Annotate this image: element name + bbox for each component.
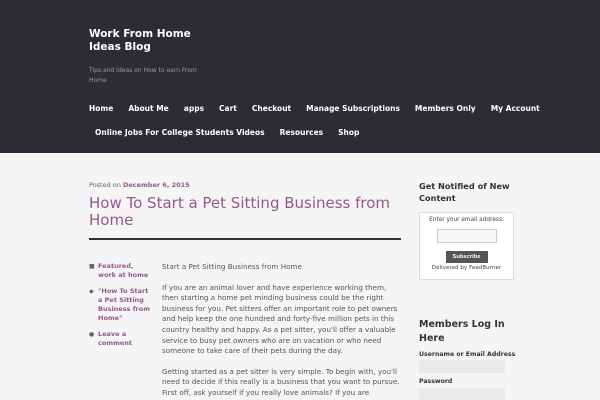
site-description: Tips and Ideas on How to earn From Home [89, 67, 197, 84]
post-title[interactable]: How To Start a Pet Sitting Business from… [89, 195, 401, 229]
meta-tags: ◆ "How To Start a Pet Sitting Business f… [89, 287, 151, 323]
post-date-link[interactable]: December 6, 2015 [123, 181, 190, 189]
nav-item-apps[interactable]: apps [184, 104, 204, 113]
subscribe-button[interactable]: Subscribe [445, 251, 488, 263]
notify-widget-title: Get Notified of New Content [419, 181, 510, 203]
nav-item-members-only[interactable]: Members Only [415, 104, 476, 113]
password-label: Password [419, 378, 453, 385]
nav-item-checkout[interactable]: Checkout [252, 104, 291, 113]
tag-link[interactable]: "How To Start a Pet Sitting Business fro… [98, 287, 151, 323]
password-input[interactable] [419, 388, 505, 400]
nav-item-about-me[interactable]: About Me [128, 104, 168, 113]
nav-item-cart[interactable]: Cart [219, 104, 237, 113]
nav-item-resources[interactable]: Resources [280, 128, 324, 137]
nav-item-home[interactable]: Home [89, 104, 113, 113]
nav-item-online-jobs-videos[interactable]: Online Jobs For College Students Videos [95, 128, 265, 137]
site-header: Work From Home Ideas Blog Tips and Ideas… [0, 0, 600, 153]
feedburner-form: Enter your email address: Subscribe Deli… [419, 212, 514, 280]
tag-icon: ◆ [89, 288, 94, 295]
post-content: Start a Pet Sitting Business from Home I… [162, 262, 402, 400]
nav-item-manage-subscriptions[interactable]: Manage Subscriptions [306, 104, 400, 113]
post-date-line: Posted on December 6, 2015 [89, 181, 401, 189]
username-input[interactable] [419, 360, 505, 373]
email-label: Enter your email address: [429, 217, 504, 223]
title-divider [89, 238, 401, 240]
post-paragraph: Start a Pet Sitting Business from Home [162, 262, 302, 271]
site-title[interactable]: Work From Home Ideas Blog [89, 28, 199, 53]
subscribe-email-input[interactable] [436, 229, 497, 243]
leave-comment-link[interactable]: Leave a comment [98, 330, 151, 348]
nav-item-shop[interactable]: Shop [338, 128, 359, 137]
primary-nav: Home About Me apps Cart Checkout Manage … [89, 99, 540, 147]
post-meta: ■ Featured, work at home ◆ "How To Start… [89, 262, 151, 355]
posted-on-label: Posted on [89, 181, 121, 189]
comment-icon: ● [89, 331, 95, 338]
category-links[interactable]: Featured, work at home [98, 262, 151, 280]
username-label: Username or Email Address [419, 351, 516, 358]
meta-categories: ■ Featured, work at home [89, 262, 151, 280]
folder-icon: ■ [89, 263, 95, 270]
post-header: Posted on December 6, 2015 How To Start … [89, 181, 401, 240]
post-paragraph: Getting started as a pet sitter is very … [162, 366, 400, 400]
delivered-by-text: Delivered by FeedBurner [431, 265, 502, 271]
post-paragraph: If you are an animal lover and have expe… [162, 282, 398, 356]
sidebar-feedburner-widget: Get Notified of New Content Enter your e… [419, 180, 514, 280]
nav-item-my-account[interactable]: My Account [491, 104, 540, 113]
members-login-title: Members Log In Here [419, 319, 505, 344]
meta-comments: ● Leave a comment [89, 330, 151, 348]
